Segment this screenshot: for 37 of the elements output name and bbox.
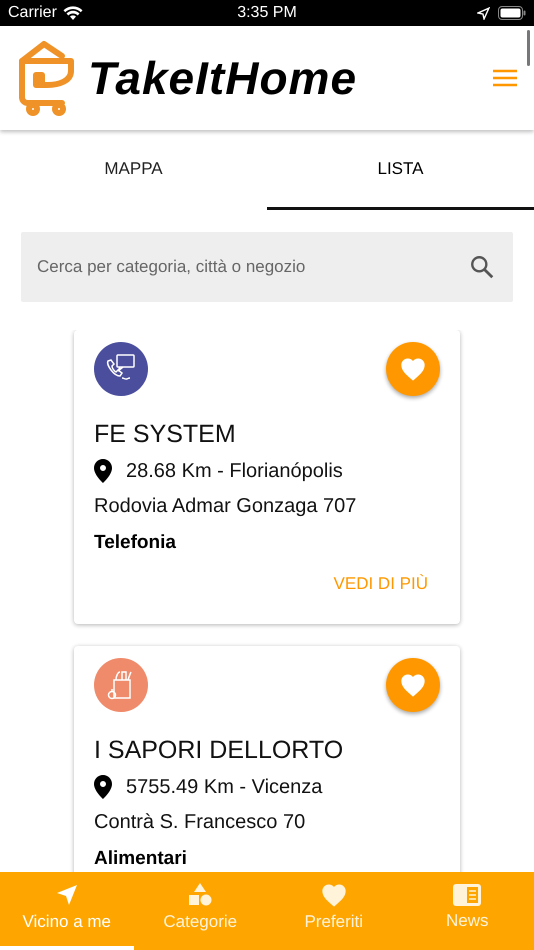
heart-icon	[320, 882, 348, 908]
shapes-icon	[187, 882, 214, 908]
favorite-button[interactable]	[386, 658, 440, 712]
nav-tab[interactable]: Preferiti	[267, 872, 400, 950]
carrier-label: Carrier	[8, 4, 57, 22]
nav-tab[interactable]: Vicino a me	[0, 872, 134, 950]
address-text: Rodovia Admar Gonzaga 707	[94, 495, 358, 518]
shop-card[interactable]: FE SYSTEM 28.68 Km - Florianópolis Rodovia Admar Gonzaga 707 Telefonia VEDI DI PIÙ	[74, 330, 460, 624]
category-text: Telefonia	[94, 532, 177, 554]
nav-tab[interactable]: News	[400, 872, 534, 950]
distance-text: 5755.49 Km - Vicenza	[126, 776, 322, 798]
location-pin-icon	[94, 459, 112, 483]
shop-name: I SAPORI DELLORTO	[94, 736, 344, 765]
clock-time: 3:35 PM	[237, 4, 297, 22]
tab[interactable]: LISTA	[267, 130, 534, 210]
nav-tab[interactable]: Categorie	[134, 872, 267, 950]
distance-text: 28.68 Km - Florianópolis	[126, 460, 343, 482]
menu-icon	[492, 69, 518, 87]
search-field[interactable]: Cerca per categoria, città o negozio	[21, 232, 513, 302]
scrollbar	[527, 30, 530, 66]
heart-icon	[399, 672, 427, 698]
location-arrow-icon	[477, 6, 490, 20]
search-icon[interactable]	[469, 254, 495, 280]
location-pin-icon	[94, 775, 112, 799]
cart-house-logo-icon	[16, 39, 74, 117]
wifi-icon	[62, 6, 83, 20]
tab[interactable]: MAPPA	[0, 130, 267, 210]
heart-icon	[399, 356, 427, 382]
shop-name: FE SYSTEM	[94, 420, 237, 449]
address-text: Contrà S. Francesco 70	[94, 811, 306, 834]
battery-icon	[498, 6, 526, 20]
newspaper-icon	[452, 883, 482, 907]
favorite-button[interactable]	[386, 342, 440, 396]
see-more-button[interactable]: VEDI DI PIÙ	[334, 574, 428, 594]
app-title: TakeItHome	[88, 51, 358, 105]
menu-button[interactable]	[492, 69, 518, 87]
category-text: Alimentari	[94, 848, 188, 870]
